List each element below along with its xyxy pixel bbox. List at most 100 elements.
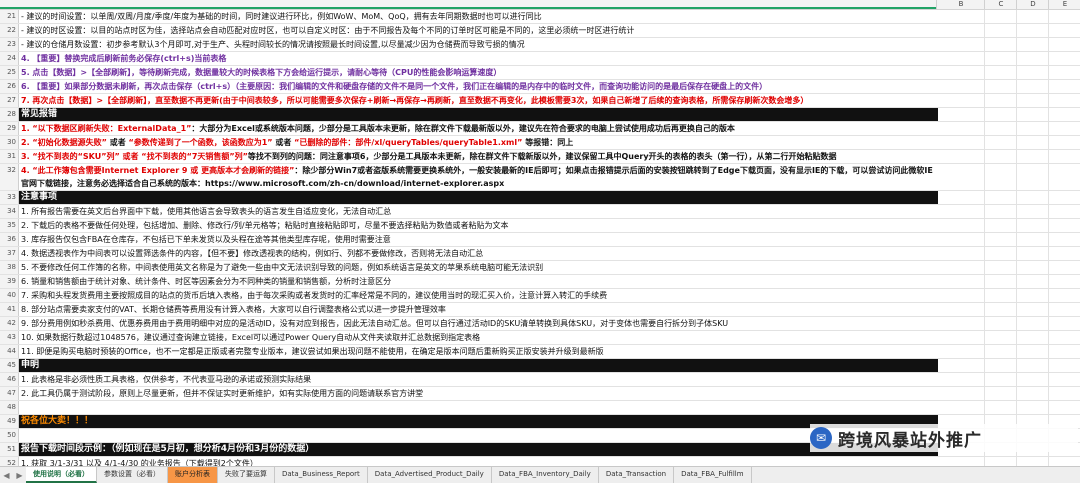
cell-a[interactable]: 申明 (19, 359, 938, 372)
sheet-tab[interactable]: 失败了要运算 (218, 467, 275, 483)
cell-text: 2. “初始化数据源失败” (21, 138, 107, 147)
row-number[interactable]: 35 (0, 219, 19, 232)
row-number[interactable]: 23 (0, 38, 19, 51)
row-number[interactable]: 42 (0, 317, 19, 330)
cell-a[interactable]: - 建议的时间设置：以单周/双周/月度/季度/年度为基础的时间，同时建议进行环比… (19, 10, 938, 23)
row-number[interactable]: 45 (0, 359, 19, 372)
row-number[interactable]: 50 (0, 429, 19, 442)
cell-a[interactable]: 3. “找不到表的“SKU”列” 或者 “找不到表的“7天销售额”列”等找不到列… (19, 150, 938, 163)
row-number[interactable]: 40 (0, 289, 19, 302)
cell-a[interactable]: 4. 数据透视表作为中间表可以设置筛选条件的内容，【但不要】修改透视表的结构，例… (19, 247, 938, 260)
cell-a[interactable]: 3. 库存报告仅包含FBA在仓库存，不包括已下单未发货以及头程在途等其他类型库存… (19, 233, 938, 246)
sheet-tab[interactable]: 账户分析表 (168, 467, 218, 483)
cell-a[interactable]: 祝各位大卖！！！ (19, 415, 938, 428)
row-number[interactable]: 52 (0, 457, 19, 466)
row-number[interactable]: 24 (0, 52, 19, 65)
row-number[interactable]: 49 (0, 415, 19, 428)
row-number[interactable]: 46 (0, 373, 19, 386)
cell-a[interactable]: 7. 采购和头程发货费用主要按照成目的站点的货币后填入表格，由于每次采购或者发货… (19, 289, 938, 302)
row-number[interactable]: 32 (0, 164, 19, 190)
row-number[interactable]: 28 (0, 108, 19, 121)
cell-text: - 建议的时区设置：以目的站点时区为佳，选择站点会自动匹配对应时区，也可以自定义… (21, 26, 635, 35)
row-number[interactable]: 51 (0, 443, 19, 456)
cell-a[interactable] (19, 429, 938, 442)
cell-text: 报告下载时间段示例：（例如现在是5月初，想分析4月份和3月份的数据） (21, 444, 315, 454)
row-number[interactable]: 30 (0, 136, 19, 149)
column-header-e[interactable]: E (1048, 0, 1080, 9)
cell-a[interactable]: 4. 【重要】替换完成后刷新前务必保存(ctrl+s)当前表格 (19, 52, 938, 65)
cell-a[interactable]: 11. 即便是购买电脑时预装的Office，也不一定都是正版或者完整专业版本，建… (19, 345, 938, 358)
sheet-tab[interactable]: 使用说明（必看） (26, 467, 97, 483)
cell-a[interactable]: 6. 销量和销售额由于统计对象、统计条件、时区等因素会分为不同种类的销量和销售额… (19, 275, 938, 288)
tab-prev-button[interactable]: ◀ (0, 467, 13, 483)
cell-a[interactable]: 8. 部分站点需要卖家支付的VAT、长期仓储费等费用没有计算入表格，大家可以自行… (19, 303, 938, 316)
row-number[interactable]: 38 (0, 261, 19, 274)
row-number[interactable]: 25 (0, 66, 19, 79)
cell-a[interactable]: 2. 此工具仍属于测试阶段，原则上尽量更新，但并不保证实时更新维护，如有实际使用… (19, 387, 938, 400)
grid-line (1048, 317, 1049, 330)
row-number[interactable]: 39 (0, 275, 19, 288)
row-number[interactable]: 47 (0, 387, 19, 400)
cell-a[interactable]: 2. 下载后的表格不要做任何处理，包括增加、删除、修改行/列/单元格等；粘贴时直… (19, 219, 938, 232)
cell-a[interactable] (19, 401, 938, 414)
sheet-tab[interactable]: Data_FBA_Inventory_Daily (492, 467, 599, 483)
row-number[interactable]: 34 (0, 205, 19, 218)
sheet-row: 30 2. “初始化数据源失败” 或者 “参数传递到了一个函数，该函数应为1” 或… (0, 136, 1080, 150)
cell-a[interactable]: 1. 此表格是非必须性质工具表格，仅供参考，不代表亚马逊的承诺或预测实际结果 (19, 373, 938, 386)
row-number[interactable]: 37 (0, 247, 19, 260)
cell-a[interactable]: 5. 点击【数据】>【全部刷新】，等待刷新完成，数据量较大的时候表格下方会给运行… (19, 66, 938, 79)
row-number[interactable]: 44 (0, 345, 19, 358)
row-number[interactable]: 48 (0, 401, 19, 414)
grid-line (984, 233, 985, 246)
cell-a[interactable]: 2. “初始化数据源失败” 或者 “参数传递到了一个函数，该函数应为1” 或者 … (19, 136, 938, 149)
cell-text: 或者 (106, 138, 129, 147)
row-number[interactable]: 29 (0, 122, 19, 135)
sheet-tabs: 使用说明（必看） 参数设置（必看） 账户分析表 失败了要运算 Data_Business… (26, 467, 752, 483)
cell-a[interactable]: 10. 如果数据行数超过1048576，建议通过查询建立链接，Excel可以通过… (19, 331, 938, 344)
row-number[interactable]: 31 (0, 150, 19, 163)
sheet-tab[interactable]: Data_Business_Report (275, 467, 368, 483)
cell-a[interactable]: 4. “此工作簿包含需要Internet Explorer 9 或 更高版本才会… (19, 164, 938, 190)
cell-a[interactable]: - 建议的仓储月数设置：初步参考默认3个月即可,对于生产、头程时间较长的情况请按… (19, 38, 938, 51)
sheet-row: 21- 建议的时间设置：以单周/双周/月度/季度/年度为基础的时间，同时建议进行… (0, 10, 1080, 24)
cell-a[interactable]: 注意事项 (19, 191, 938, 204)
cell-a[interactable]: 常见报错 (19, 108, 938, 121)
row-number[interactable]: 36 (0, 233, 19, 246)
row-number[interactable]: 41 (0, 303, 19, 316)
grid-line (1016, 247, 1017, 260)
grid-line (1048, 136, 1049, 149)
sheet-row: 35 2. 下载后的表格不要做任何处理，包括增加、删除、修改行/列/单元格等；粘贴… (0, 219, 1080, 233)
sheet-row: 29 1. “以下数据区刷新失败：ExternalData_1”：大部分为Exce… (0, 122, 1080, 136)
cell-a[interactable]: 7. 再次点击【数据】>【全部刷新】，直至数据不再更新(由于中间表较多，所以可能… (19, 94, 938, 107)
sheet-tab[interactable]: Data_Advertised_Product_Daily (368, 467, 492, 483)
spreadsheet-grid[interactable]: B C D E 21- 建议的时间设置：以单周/双周/月度/季度/年度为基础的时… (0, 0, 1080, 466)
column-header-bar: B C D E (0, 0, 1080, 10)
row-number[interactable]: 21 (0, 10, 19, 23)
cell-a[interactable]: 6. 【重要】如果部分数据未刷新，再次点击保存（ctrl+s）（主要原因：我们编… (19, 80, 938, 93)
column-header-d[interactable]: D (1016, 0, 1049, 9)
cell-a[interactable]: 9. 部分费用例如秒杀费用、优惠券费用由于费用明细中对应的是活动ID，没有对应到… (19, 317, 938, 330)
row-number[interactable]: 26 (0, 80, 19, 93)
grid-line (1016, 233, 1017, 246)
row-number[interactable]: 27 (0, 94, 19, 107)
row-number[interactable]: 33 (0, 191, 19, 204)
tab-next-button[interactable]: ▶ (13, 467, 26, 483)
cell-a[interactable]: 报告下载时间段示例：（例如现在是5月初，想分析4月份和3月份的数据） (19, 443, 938, 456)
grid-line (1016, 205, 1017, 218)
sheet-row: 22- 建议的时区设置：以目的站点时区为佳，选择站点会自动匹配对应时区，也可以自… (0, 24, 1080, 38)
row-number[interactable]: 43 (0, 331, 19, 344)
sheet-tab-bar: ◀ ▶ 使用说明（必看） 参数设置（必看） 账户分析表 失败了要运算 Data_Busi… (0, 466, 1080, 483)
cell-a[interactable]: - 建议的时区设置：以目的站点时区为佳，选择站点会自动匹配对应时区，也可以自定义… (19, 24, 938, 37)
cell-a[interactable]: 1. “以下数据区刷新失败：ExternalData_1”：大部分为Excel或… (19, 122, 938, 135)
sheet-tab[interactable]: Data_Transaction (599, 467, 675, 483)
cell-text: “已删除的部件：部件/xl/queryTables/queryTable1.xm… (294, 138, 523, 147)
column-header-c[interactable]: C (984, 0, 1017, 9)
cell-a[interactable]: 1. 获取 3/1-3/31 以及 4/1-4/30 的业务报告（下载得到2个文… (19, 457, 938, 466)
grid-line (984, 261, 985, 274)
column-header-b[interactable]: B (936, 0, 985, 9)
sheet-tab[interactable]: Data_FBA_Fulfillm (674, 467, 752, 483)
cell-a[interactable]: 1. 所有报告需要在英文后台界面中下载，使用其他语言会导致表头的语言发生自适应变… (19, 205, 938, 218)
cell-a[interactable]: 5. 不要修改任何工作簿的名称，中间表使用英文名称是为了避免一些由中文无法识别导… (19, 261, 938, 274)
row-number[interactable]: 22 (0, 24, 19, 37)
sheet-tab[interactable]: 参数设置（必看） (97, 467, 168, 483)
